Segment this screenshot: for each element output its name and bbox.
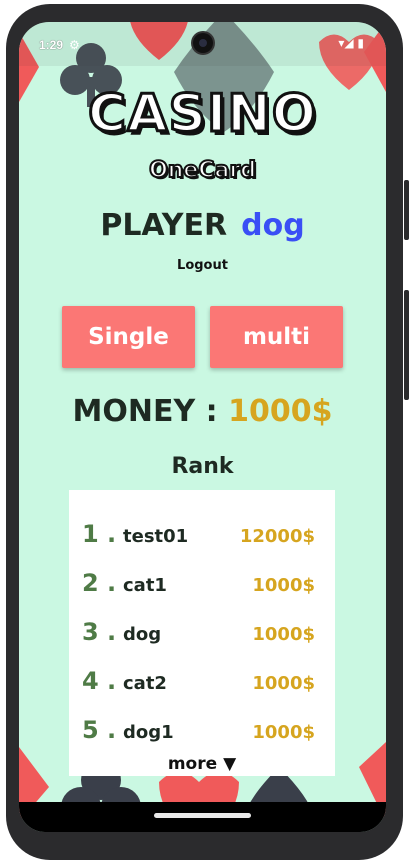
money-value: 1000$ <box>228 394 333 429</box>
rank-number: 2 . <box>82 569 117 597</box>
rank-number: 5 . <box>82 716 117 744</box>
money-label: MONEY : <box>72 394 218 429</box>
rank-row: 4 . cat2 1000$ <box>69 667 335 707</box>
single-mode-button[interactable]: Single <box>62 306 195 368</box>
rank-row: 3 . dog 1000$ <box>69 618 335 658</box>
more-button[interactable]: more ▼ <box>69 754 335 774</box>
rank-player-name: cat1 <box>123 575 167 596</box>
rank-player-name: dog <box>123 624 162 645</box>
status-time: 1:29 <box>39 38 64 52</box>
money-row: MONEY : 1000$ <box>19 394 386 429</box>
player-name: dog <box>241 208 305 243</box>
rank-money: 1000$ <box>252 673 315 694</box>
rank-title: Rank <box>171 454 234 479</box>
logout-link[interactable]: Logout <box>19 258 386 273</box>
rank-row: 1 . test01 12000$ <box>69 520 335 560</box>
rank-player-name: test01 <box>123 526 189 547</box>
rank-money: 1000$ <box>252 575 315 596</box>
rank-number: 3 . <box>82 618 117 646</box>
settings-status-icon: ⚙ <box>69 38 80 52</box>
player-row: PLAYER dog <box>19 208 386 243</box>
home-gesture-handle[interactable] <box>154 813 251 818</box>
rank-player-name: cat2 <box>123 673 167 694</box>
rank-number: 1 . <box>82 520 117 548</box>
rank-number: 4 . <box>82 667 117 695</box>
onecard-logo: OneCard <box>148 157 257 184</box>
power-button <box>404 180 409 240</box>
multi-mode-button[interactable]: multi <box>210 306 343 368</box>
rank-row: 2 . cat1 1000$ <box>69 569 335 609</box>
system-nav-bar <box>19 802 386 832</box>
player-label: PLAYER <box>100 208 228 243</box>
rank-row: 5 . dog1 1000$ <box>69 716 335 756</box>
front-camera <box>193 33 213 53</box>
app-screen: 1:29 ⚙ ▾◢ ▮ CASINO OneCard PLAYER dog Log… <box>19 22 386 832</box>
volume-button <box>404 290 409 400</box>
rank-panel: 1 . test01 12000$ 2 . cat1 1000$ 3 . dog… <box>69 490 335 776</box>
signal-battery-icons: ▾◢ ▮ <box>338 36 364 50</box>
rank-player-name: dog1 <box>123 722 174 743</box>
casino-logo: CASINO <box>87 83 318 146</box>
rank-money: 1000$ <box>252 722 315 743</box>
rank-money: 12000$ <box>239 526 315 547</box>
rank-money: 1000$ <box>252 624 315 645</box>
